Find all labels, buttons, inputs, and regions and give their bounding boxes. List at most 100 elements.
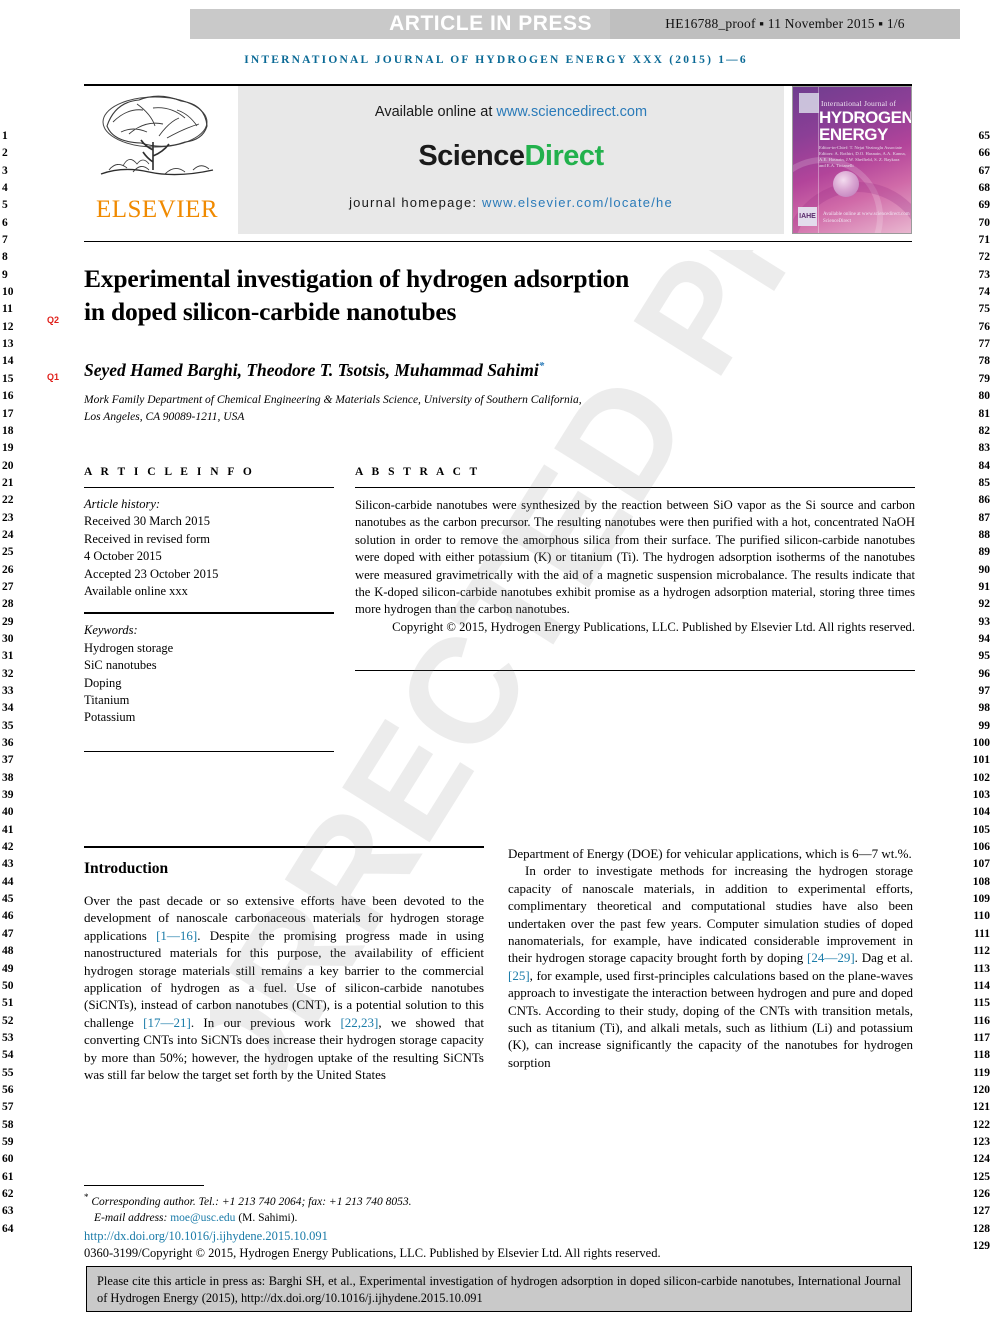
line-number: 82 xyxy=(978,424,991,437)
citation-link-22-23[interactable]: [22,23] xyxy=(340,1015,378,1030)
line-number: 37 xyxy=(2,754,14,767)
corresponding-author-text: Corresponding author. Tel.: +1 213 740 2… xyxy=(91,1195,412,1208)
line-number: 95 xyxy=(978,650,991,663)
sciencedirect-word-science: Science xyxy=(418,140,525,172)
intro-rule xyxy=(84,846,484,848)
citation-link-25[interactable]: [25] xyxy=(508,968,530,983)
cover-title-line1: HYDROGEN xyxy=(819,108,912,127)
line-number: 63 xyxy=(2,1205,14,1218)
line-number: 24 xyxy=(2,528,14,541)
line-number: 13 xyxy=(2,338,14,351)
line-number: 98 xyxy=(978,702,991,715)
line-number: 4 xyxy=(2,182,8,195)
page-title-line1: Experimental investigation of hydrogen a… xyxy=(84,264,630,293)
history-item: Received in revised form xyxy=(84,531,210,546)
intro-paragraph-2: In order to investigate methods for incr… xyxy=(508,862,913,1071)
line-number: 17 xyxy=(2,407,14,420)
line-number: 90 xyxy=(978,563,991,576)
corresponding-author-note: * Corresponding author. Tel.: +1 213 740… xyxy=(84,1189,644,1210)
line-number: 67 xyxy=(978,164,991,177)
line-number: 121 xyxy=(972,1101,990,1114)
line-number: 60 xyxy=(2,1153,14,1166)
masthead-rule-bottom xyxy=(84,241,912,242)
sciencedirect-url-link[interactable]: www.sciencedirect.com xyxy=(496,104,647,120)
doi-link[interactable]: http://dx.doi.org/10.1016/j.ijhydene.201… xyxy=(84,1229,328,1244)
query-marker-q2[interactable]: Q2 xyxy=(47,315,59,325)
line-number: 116 xyxy=(973,1014,990,1027)
line-number: 65 xyxy=(978,130,991,142)
line-number: 28 xyxy=(2,598,14,611)
line-number: 15 xyxy=(2,372,14,385)
line-number: 10 xyxy=(2,286,14,299)
line-number: 52 xyxy=(2,1014,14,1027)
line-number: 125 xyxy=(972,1170,990,1183)
footnote-rule xyxy=(84,1185,204,1186)
line-number: 39 xyxy=(2,789,14,802)
keyword-item: SiC nanotubes xyxy=(84,658,157,673)
email-link[interactable]: moe@usc.edu xyxy=(170,1212,235,1224)
sciencedirect-panel: Available online at www.sciencedirect.co… xyxy=(238,86,784,234)
line-number: 80 xyxy=(978,390,991,403)
line-number: 19 xyxy=(2,442,14,455)
line-number: 108 xyxy=(972,875,990,888)
keywords-label: Keywords: xyxy=(84,623,138,638)
page-title-line2: in doped silicon-carbide nanotubes xyxy=(84,297,457,326)
line-number: 79 xyxy=(978,372,991,385)
intro-p2-text-c: , for example, used first-principles cal… xyxy=(508,967,913,1070)
line-number: 120 xyxy=(972,1083,990,1096)
line-number: 12 xyxy=(2,320,14,333)
line-number: 68 xyxy=(978,182,991,195)
query-marker-q1[interactable]: Q1 xyxy=(47,372,59,382)
line-number: 102 xyxy=(972,771,990,784)
citation-link-24-29[interactable]: [24—29] xyxy=(807,950,855,965)
line-number: 75 xyxy=(978,303,991,316)
line-number: 107 xyxy=(972,858,990,871)
page-title: Experimental investigation of hydrogen a… xyxy=(84,262,784,328)
citation-link-17-21[interactable]: [17—21] xyxy=(143,1015,191,1030)
history-item: Received 30 March 2015 xyxy=(84,514,211,529)
journal-homepage-link[interactable]: www.elsevier.com/locate/he xyxy=(482,195,673,210)
line-number: 106 xyxy=(972,841,990,854)
body-column-left: Introduction Over the past decade or so … xyxy=(84,852,484,1083)
line-number: 32 xyxy=(2,667,14,680)
line-number: 8 xyxy=(2,251,8,264)
line-number: 74 xyxy=(978,286,991,299)
line-number: 41 xyxy=(2,823,14,836)
line-number: 38 xyxy=(2,771,14,784)
line-number: 36 xyxy=(2,737,14,750)
email-note: E-mail address: moe@usc.edu (M. Sahimi). xyxy=(84,1210,644,1227)
line-number: 114 xyxy=(973,979,990,992)
line-number: 30 xyxy=(2,632,14,645)
line-number: 51 xyxy=(2,997,14,1010)
line-number: 113 xyxy=(973,962,990,975)
article-in-press-banner: ARTICLE IN PRESS HE16788_proof ▪ 11 Nove… xyxy=(190,9,960,39)
affiliation: Mork Family Department of Chemical Engin… xyxy=(84,392,784,425)
line-number: 21 xyxy=(2,476,14,489)
line-number: 3 xyxy=(2,164,8,177)
line-number: 53 xyxy=(2,1031,14,1044)
line-number: 101 xyxy=(972,754,990,767)
keyword-item: Doping xyxy=(84,675,122,690)
line-number: 73 xyxy=(978,268,991,281)
line-number: 44 xyxy=(2,875,14,888)
line-number: 100 xyxy=(972,737,990,750)
line-number: 14 xyxy=(2,355,14,368)
affiliation-line2: Los Angeles, CA 90089-1211, USA xyxy=(84,410,245,423)
citation-link-1-16[interactable]: [1—16] xyxy=(156,928,197,943)
line-number: 72 xyxy=(978,251,991,264)
article-info-rule-bottom xyxy=(84,750,334,752)
line-number: 56 xyxy=(2,1083,14,1096)
elsevier-tree-icon xyxy=(100,95,214,176)
line-number: 25 xyxy=(2,546,14,559)
line-number: 126 xyxy=(972,1187,990,1200)
line-number: 55 xyxy=(2,1066,14,1079)
line-number: 129 xyxy=(972,1240,990,1252)
line-number: 42 xyxy=(2,841,14,854)
line-number: 124 xyxy=(972,1153,990,1166)
line-number: 86 xyxy=(978,494,991,507)
cover-editors: Editor-in-Chief: T. Nejat Veziroglu Asso… xyxy=(819,145,906,168)
article-in-press-label: ARTICLE IN PRESS xyxy=(389,12,592,35)
abstract-section: A B S T R A C T Silicon-carbide nanotube… xyxy=(355,466,915,672)
issn-copyright-line: 0360-3199/Copyright © 2015, Hydrogen Ene… xyxy=(84,1246,661,1260)
line-number: 76 xyxy=(978,320,991,333)
